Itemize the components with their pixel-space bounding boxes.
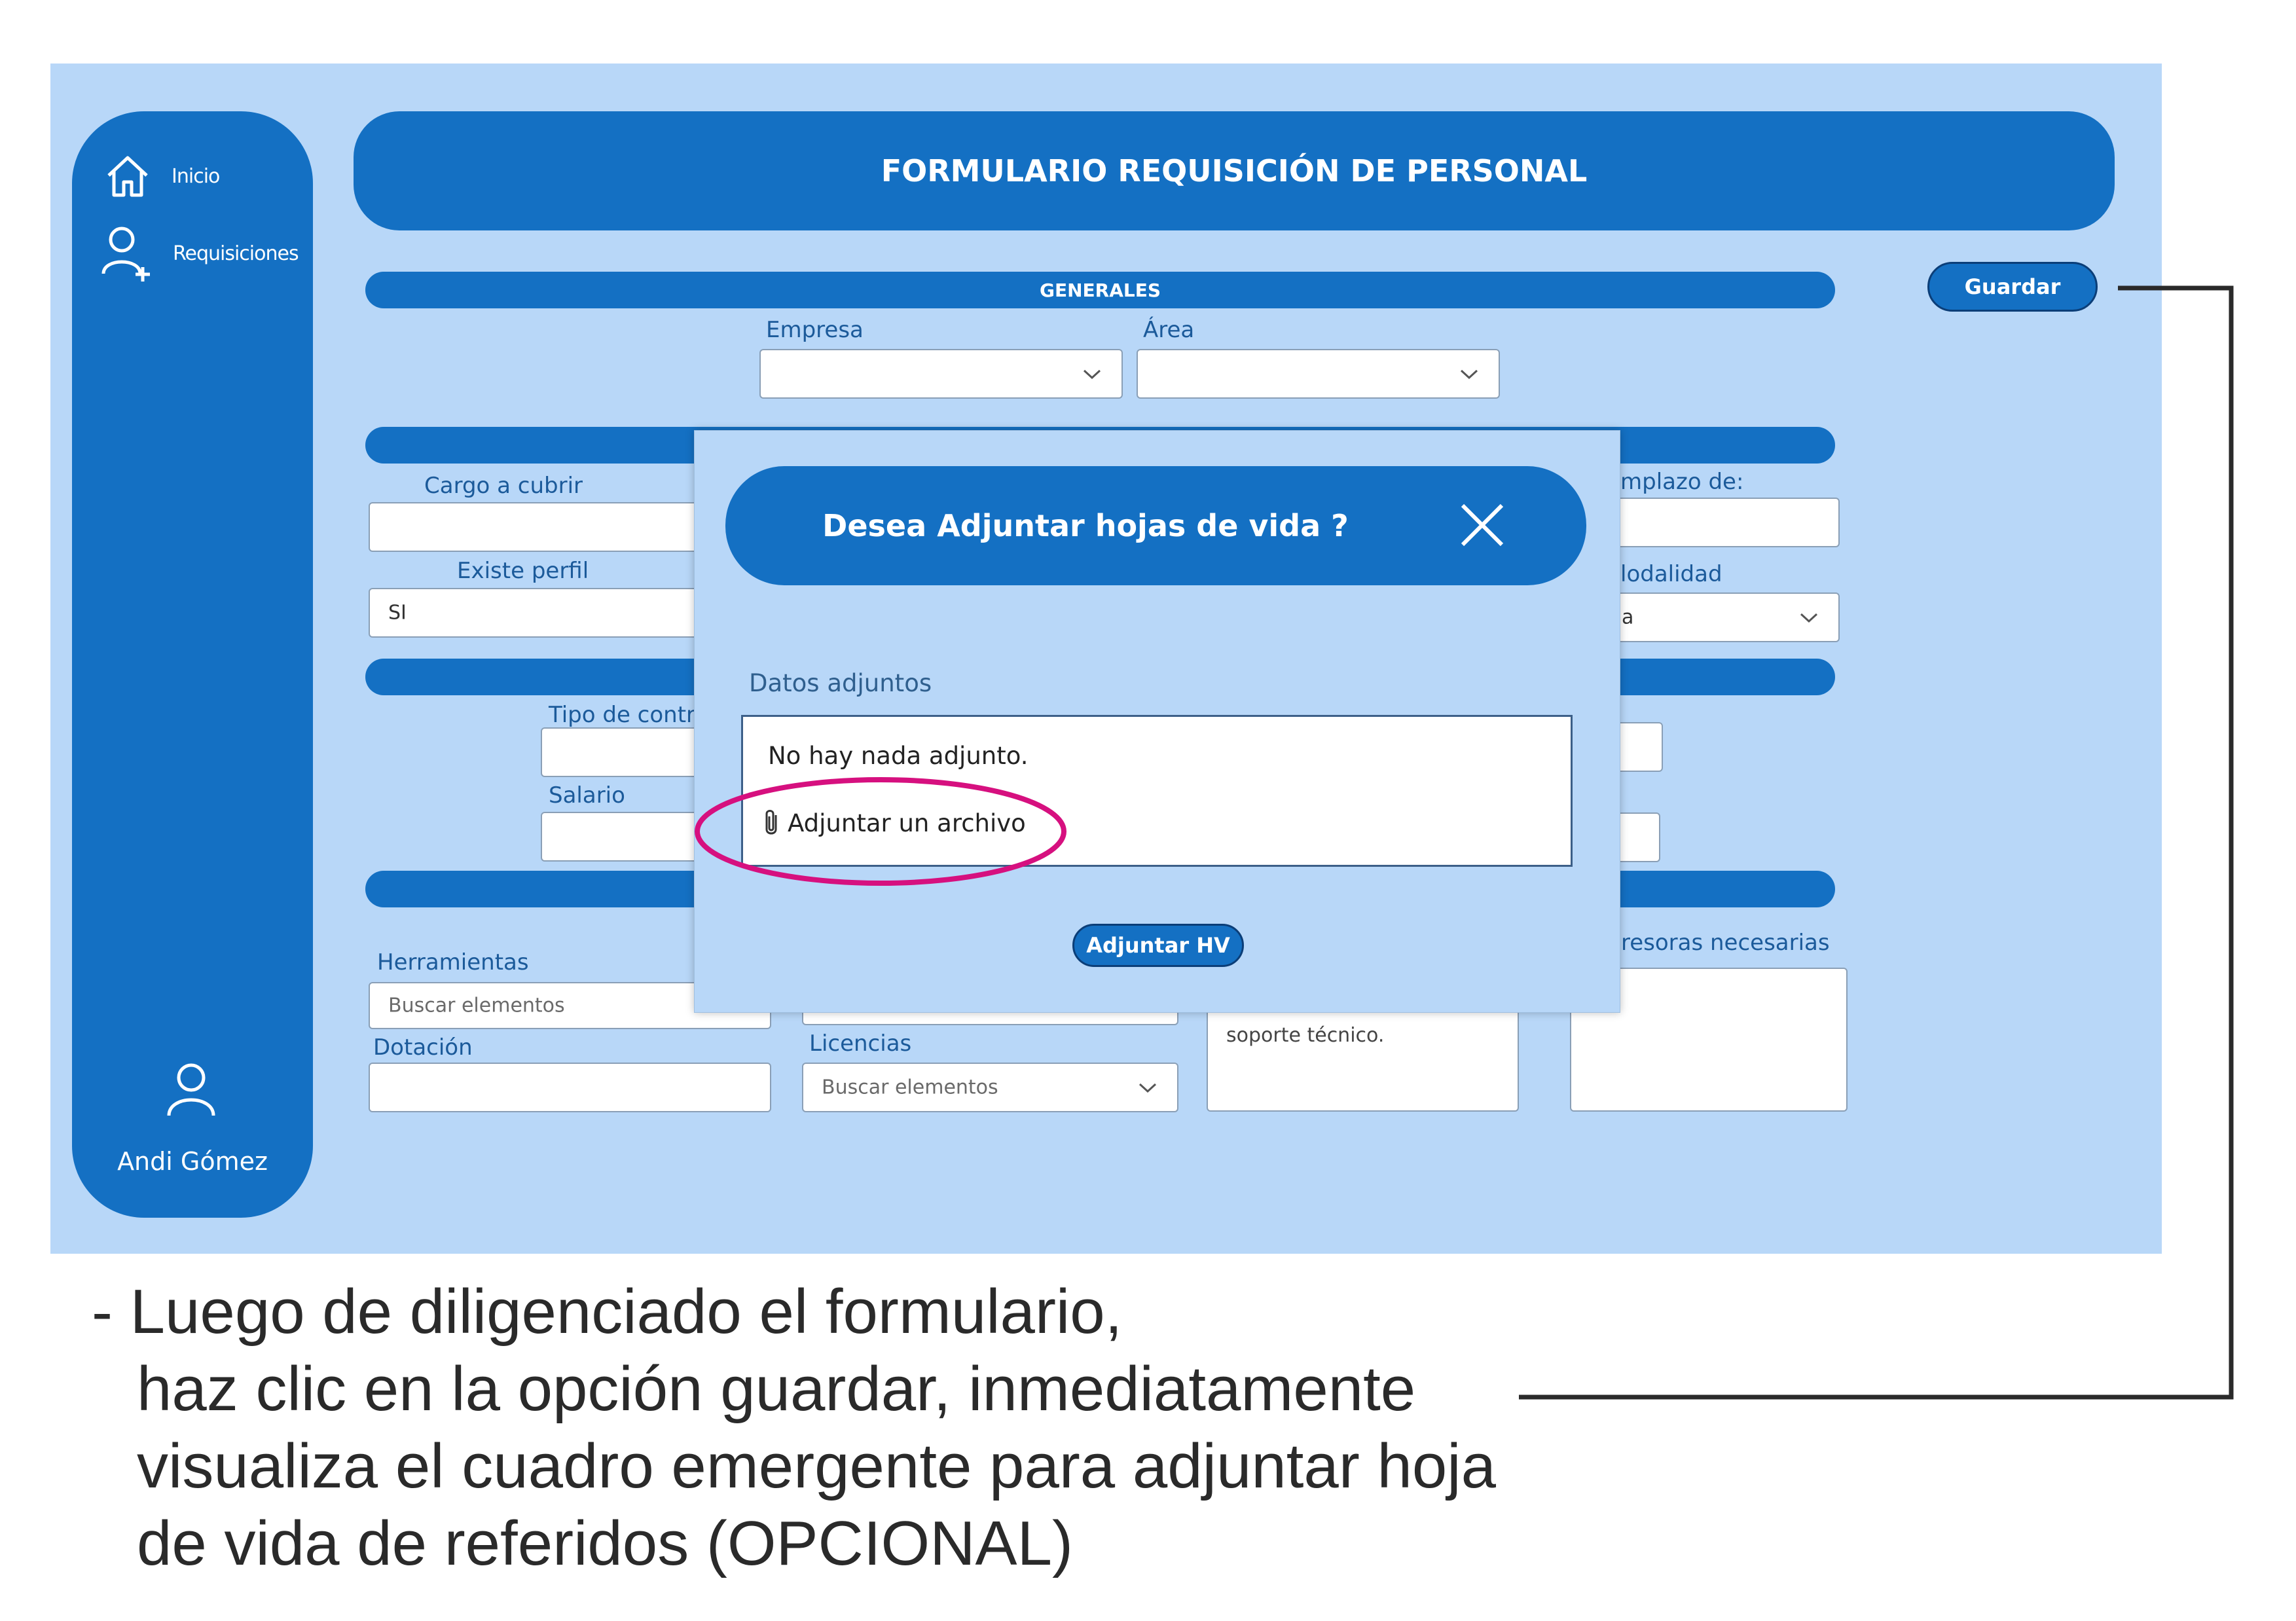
instruction-line: visualiza el cuadro emergente para adjun… (137, 1431, 1496, 1501)
instructions: - Luego de diligenciado el formulario, h… (92, 1273, 1663, 1582)
instruction-line: de vida de referidos (OPCIONAL) (137, 1508, 1073, 1578)
instruction-line: - Luego de diligenciado el formulario, (92, 1277, 1123, 1347)
instruction-line: haz clic en la opción guardar, inmediata… (137, 1354, 1416, 1424)
